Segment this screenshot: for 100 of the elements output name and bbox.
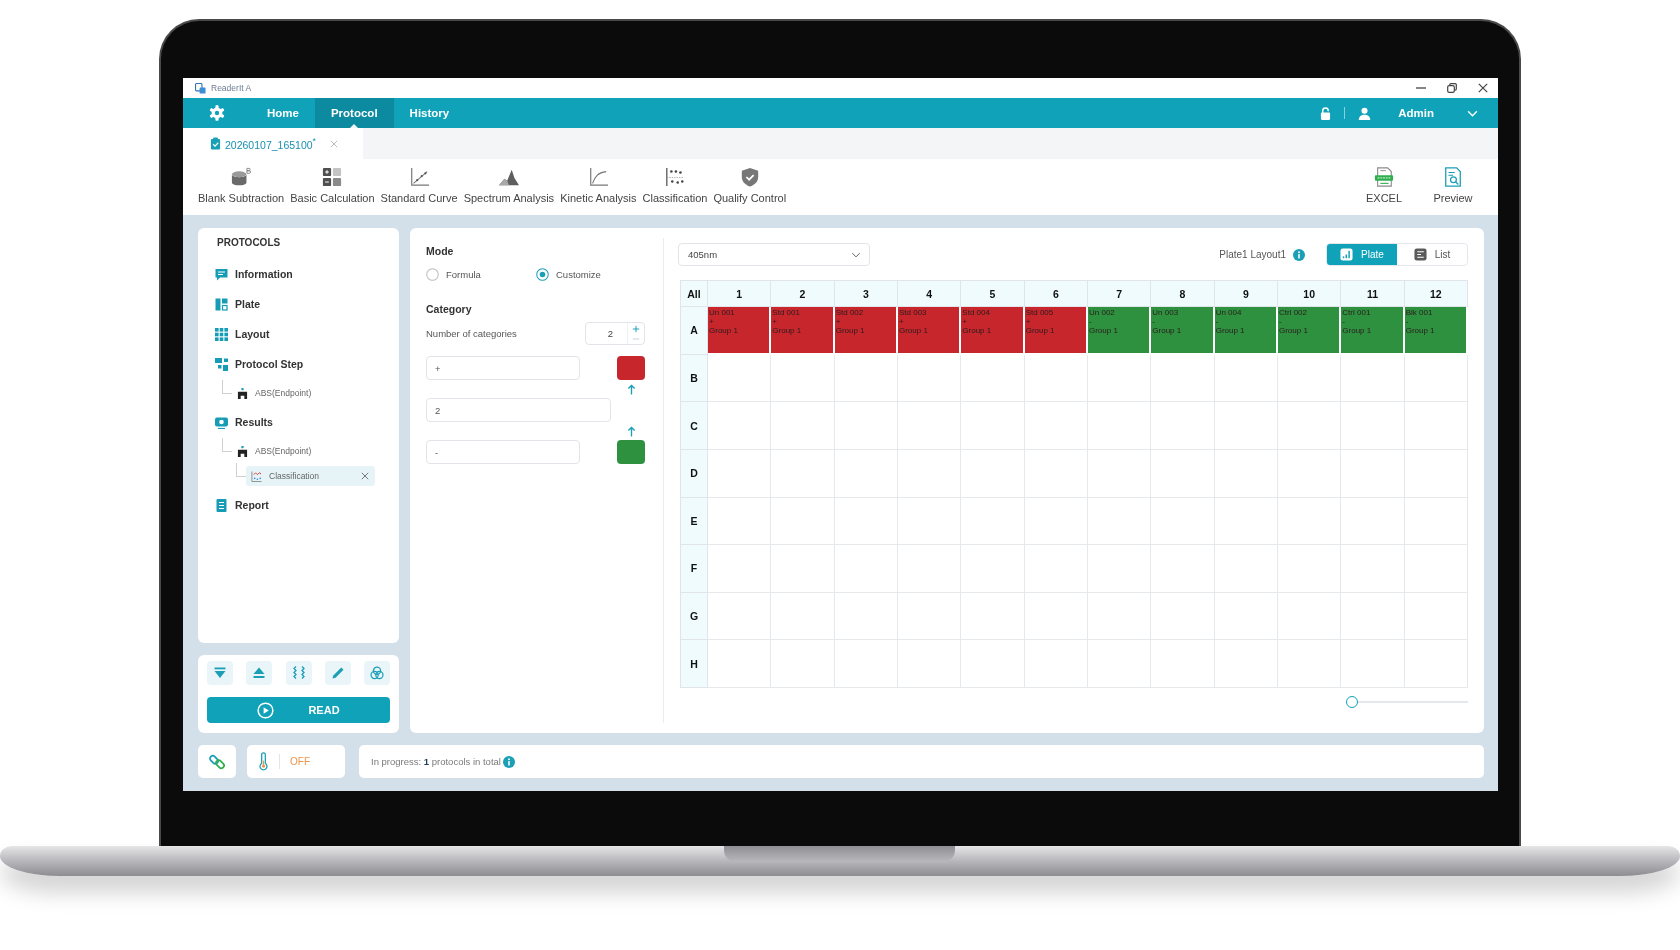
plate-well[interactable]: Un 002 - Group 1 [1088, 307, 1152, 355]
plate-well[interactable] [1404, 497, 1468, 546]
plate-well[interactable] [1278, 497, 1342, 546]
plate-well[interactable] [1214, 497, 1278, 546]
plate-well[interactable] [1024, 545, 1088, 593]
number-stepper[interactable]: 2 [585, 322, 645, 345]
plate-well[interactable] [898, 545, 962, 593]
close-icon[interactable] [361, 472, 369, 480]
plate-well[interactable] [1151, 640, 1215, 688]
radio-option[interactable]: Customize [536, 267, 646, 281]
plate-well[interactable] [708, 354, 772, 403]
sidebar-item[interactable]: Layout [198, 319, 399, 349]
plate-well[interactable] [708, 592, 772, 641]
plate-well[interactable] [1214, 354, 1278, 403]
column-header[interactable]: 6 [1024, 281, 1088, 307]
plate-well[interactable] [1341, 402, 1405, 450]
toolbar-button[interactable]: Basic Calculation [290, 167, 375, 204]
row-header[interactable]: D [681, 449, 708, 498]
plate-well[interactable] [898, 402, 962, 450]
plate-well[interactable] [834, 545, 898, 593]
plate-well[interactable] [1214, 449, 1278, 498]
view-tab[interactable]: List [1397, 244, 1467, 265]
plate-well[interactable] [1341, 497, 1405, 546]
column-header[interactable]: 10 [1278, 281, 1342, 307]
plate-well[interactable] [898, 592, 962, 641]
plus-icon[interactable] [632, 324, 640, 333]
toolbar-button[interactable]: Standard Curve [380, 167, 458, 204]
plate-well[interactable]: Un 003 - Group 1 [1151, 307, 1215, 355]
plate-well[interactable] [1278, 545, 1342, 593]
plate-well[interactable] [708, 402, 772, 450]
action-button[interactable] [207, 661, 233, 685]
plate-well[interactable] [1088, 592, 1152, 641]
toolbar-button[interactable]: EXCEL [1356, 167, 1412, 204]
plate-well[interactable] [1088, 402, 1152, 450]
plate-well[interactable]: Un 004 - Group 1 [1214, 307, 1278, 355]
sidebar-item[interactable]: ABS(Endpoint) [237, 441, 318, 461]
plate-well[interactable] [834, 354, 898, 403]
column-header[interactable]: 3 [834, 281, 898, 307]
input-field[interactable]: + [426, 356, 580, 380]
settings-icon[interactable] [209, 105, 225, 121]
sidebar-item[interactable]: Report [198, 490, 399, 520]
column-header[interactable]: 9 [1214, 281, 1278, 307]
row-header[interactable]: C [681, 402, 708, 450]
plate-well[interactable] [1404, 640, 1468, 688]
plate-well[interactable] [708, 497, 772, 546]
plate-well[interactable] [961, 592, 1025, 641]
plate-well[interactable] [1341, 354, 1405, 403]
row-header[interactable]: B [681, 354, 708, 403]
toolbar-button[interactable]: Preview [1425, 167, 1481, 204]
plate-well[interactable] [1024, 497, 1088, 546]
plate-well[interactable] [771, 640, 835, 688]
column-header[interactable]: 1 [708, 281, 772, 307]
plate-well[interactable] [771, 354, 835, 403]
plate-well[interactable] [771, 449, 835, 498]
plate-well[interactable] [1151, 354, 1215, 403]
plate-well[interactable] [1024, 402, 1088, 450]
plate-well[interactable] [961, 402, 1025, 450]
plate-well[interactable] [834, 449, 898, 498]
toolbar-button[interactable]: Spectrum Analysis [463, 167, 555, 204]
plate-well[interactable] [834, 592, 898, 641]
action-button[interactable] [364, 661, 390, 685]
plate-well[interactable] [898, 497, 962, 546]
info-icon[interactable] [1293, 248, 1305, 261]
toolbar-button[interactable]: Blank Subtraction [198, 167, 285, 204]
plate-well[interactable] [708, 545, 772, 593]
row-header[interactable]: E [681, 497, 708, 546]
wavelength-dropdown[interactable]: 405nm [678, 243, 870, 266]
plate-well[interactable] [1088, 640, 1152, 688]
plate-well[interactable] [1024, 592, 1088, 641]
plate-well[interactable] [771, 592, 835, 641]
restore-icon[interactable] [1447, 83, 1457, 93]
plate-well[interactable] [961, 354, 1025, 403]
plate-well[interactable] [834, 497, 898, 546]
column-header[interactable]: 5 [961, 281, 1025, 307]
plate-well[interactable]: Ctrl 001 - Group 1 [1341, 307, 1405, 355]
plate-well[interactable] [1278, 640, 1342, 688]
info-icon[interactable] [502, 755, 515, 768]
plate-well[interactable] [1088, 497, 1152, 546]
plate-well[interactable]: Ctrl 002 - Group 1 [1278, 307, 1342, 355]
plate-well[interactable] [1404, 449, 1468, 498]
row-header[interactable]: H [681, 640, 708, 688]
action-button[interactable] [246, 661, 273, 685]
plate-well[interactable] [1024, 640, 1088, 688]
plate-well[interactable] [1278, 449, 1342, 498]
plate-well[interactable] [961, 497, 1025, 546]
plate-well[interactable] [1404, 402, 1468, 450]
document-tab[interactable]: 20260107_165100$^{*}$ [183, 128, 363, 159]
plate-well[interactable] [961, 449, 1025, 498]
radio-option[interactable]: Formula [426, 267, 536, 281]
plate-well[interactable] [708, 640, 772, 688]
plate-well[interactable] [771, 497, 835, 546]
column-header[interactable]: 11 [1341, 281, 1405, 307]
plate-well[interactable] [961, 545, 1025, 593]
plate-well[interactable] [1404, 592, 1468, 641]
column-header[interactable]: 7 [1088, 281, 1152, 307]
plate-well[interactable] [1088, 545, 1152, 593]
plate-well[interactable] [1341, 545, 1405, 593]
plate-well[interactable] [1151, 592, 1215, 641]
plate-well[interactable] [1214, 640, 1278, 688]
row-header[interactable]: G [681, 592, 708, 641]
